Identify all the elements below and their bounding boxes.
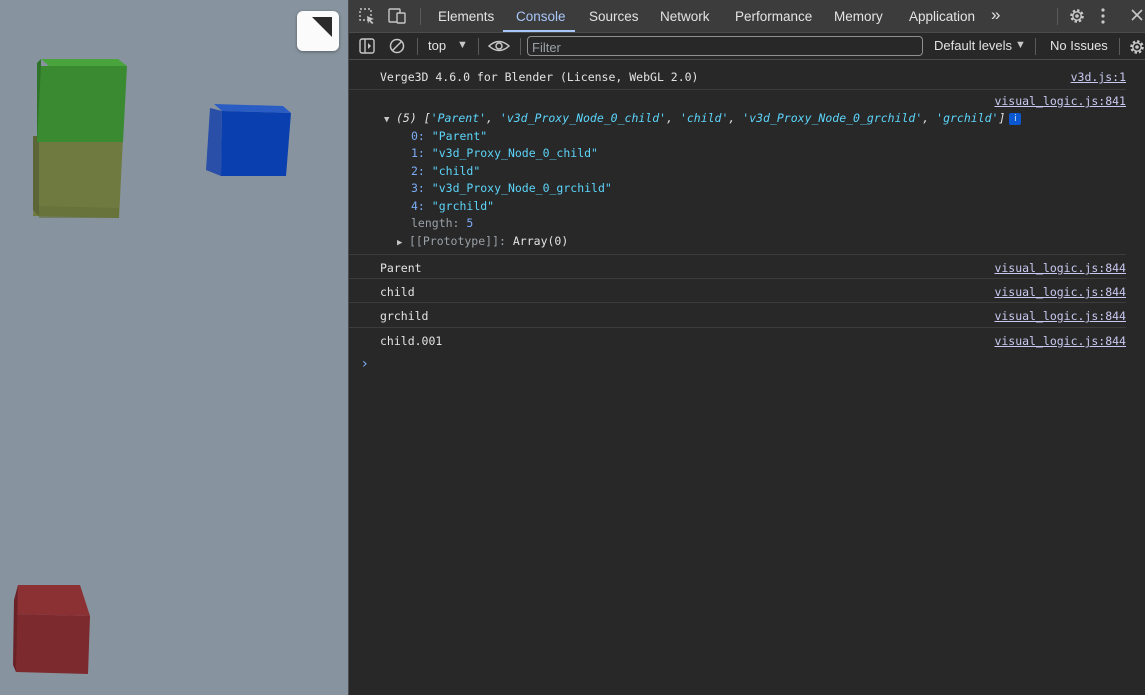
bracket: [ (423, 111, 431, 125)
kebab-icon[interactable] (1099, 7, 1107, 30)
console-message: child.001 visual_logic.js:844 (349, 328, 1126, 352)
source-link[interactable]: visual_logic.js:844 (994, 334, 1126, 348)
3d-viewport[interactable] (0, 0, 348, 695)
console-settings-gear-icon[interactable] (1128, 38, 1145, 61)
olive-cube (33, 136, 123, 218)
inspect-element-icon[interactable] (358, 7, 376, 30)
context-selector[interactable]: top (428, 38, 446, 53)
array-count: (5) (396, 111, 417, 125)
toolbar-divider (478, 38, 479, 55)
console-messages: Verge3D 4.6.0 for Blender (License, WebG… (349, 60, 1145, 695)
toolbar-divider (1119, 38, 1120, 55)
toolbar-divider (417, 38, 418, 55)
source-link[interactable]: visual_logic.js:844 (994, 309, 1126, 323)
sidebar-toggle-icon[interactable] (359, 38, 375, 59)
live-expression-eye-icon[interactable] (487, 38, 511, 59)
array-item: 'v3d_Proxy_Node_0_child' (499, 111, 667, 125)
array-summary[interactable]: ▼ (5) ['Parent', 'v3d_Proxy_Node_0_child'… (384, 111, 1022, 125)
chevron-down-icon[interactable]: ▼ (457, 39, 468, 51)
chevron-down-icon[interactable]: ▼ (1015, 39, 1026, 51)
more-tabs-button[interactable]: » (991, 0, 1000, 32)
message-text: child (380, 285, 415, 299)
array-item: 'child' (679, 111, 729, 125)
message-text: child.001 (380, 334, 443, 348)
tab-sources[interactable]: Sources (589, 0, 639, 32)
bracket: ] (998, 111, 1006, 125)
devtools-tab-bar: Elements Console Sources Network Perform… (349, 0, 1145, 33)
console-prompt[interactable]: › (362, 356, 368, 372)
toolbar-divider (1057, 8, 1058, 25)
blue-cube (206, 104, 291, 176)
array-prototype[interactable]: ▶ [[Prototype]]: Array(0) (397, 234, 568, 248)
filter-input[interactable] (527, 36, 923, 56)
tab-application[interactable]: Application (909, 0, 975, 32)
console-message: Verge3D 4.6.0 for Blender (License, WebG… (349, 60, 1126, 89)
array-entry: 2: "child" (411, 164, 481, 178)
source-link[interactable]: v3d.js:1 (1071, 70, 1126, 84)
close-icon[interactable] (1130, 8, 1144, 27)
array-entry: 4: "grchild" (411, 199, 495, 213)
console-message: child visual_logic.js:844 (349, 279, 1126, 303)
log-levels-dropdown[interactable]: Default levels (934, 38, 1012, 53)
array-length: length: 5 (411, 216, 474, 230)
tab-elements[interactable]: Elements (438, 0, 494, 32)
fullscreen-button[interactable] (297, 11, 339, 51)
clear-console-icon[interactable] (389, 38, 405, 59)
green-cube (37, 59, 127, 142)
message-text: grchild (380, 309, 429, 323)
expanded-triangle-icon[interactable]: ▼ (384, 115, 396, 125)
gear-icon[interactable] (1068, 7, 1086, 30)
toolbar-divider (520, 38, 521, 55)
tab-network[interactable]: Network (660, 0, 710, 32)
devtools-panel: Elements Console Sources Network Perform… (348, 0, 1145, 695)
toolbar-divider (1035, 38, 1036, 55)
array-item: 'v3d_Proxy_Node_0_grchild' (742, 111, 923, 125)
active-tab-indicator (503, 30, 575, 32)
array-item: 'Parent' (430, 111, 487, 125)
info-icon[interactable]: i (1009, 112, 1022, 125)
array-item: 'grchild' (936, 111, 999, 125)
array-entry: 1: "v3d_Proxy_Node_0_child" (411, 146, 598, 160)
console-toolbar: top ▼ Default levels ▼ No Issues (349, 33, 1145, 60)
source-link[interactable]: visual_logic.js:841 (994, 94, 1126, 108)
device-toolbar-icon[interactable] (388, 7, 408, 30)
console-message: grchild visual_logic.js:844 (349, 303, 1126, 327)
array-entry: 3: "v3d_Proxy_Node_0_grchild" (411, 181, 612, 195)
tab-console[interactable]: Console (516, 0, 566, 32)
source-link[interactable]: visual_logic.js:844 (994, 285, 1126, 299)
tab-memory[interactable]: Memory (834, 0, 883, 32)
red-cube (13, 585, 90, 674)
console-message-array: visual_logic.js:841 ▼ (5) ['Parent', 'v3d… (349, 90, 1126, 254)
source-link[interactable]: visual_logic.js:844 (994, 261, 1126, 275)
collapsed-triangle-icon[interactable]: ▶ (397, 238, 409, 248)
message-text: Parent (380, 261, 422, 275)
issues-button[interactable]: No Issues (1050, 38, 1108, 53)
array-entry: 0: "Parent" (411, 129, 488, 143)
tab-performance[interactable]: Performance (735, 0, 812, 32)
toolbar-divider (420, 8, 421, 25)
fullscreen-icon (312, 17, 332, 37)
scene-canvas[interactable] (0, 0, 348, 695)
message-text: Verge3D 4.6.0 for Blender (License, WebG… (380, 70, 699, 84)
console-message: Parent visual_logic.js:844 (349, 255, 1126, 278)
